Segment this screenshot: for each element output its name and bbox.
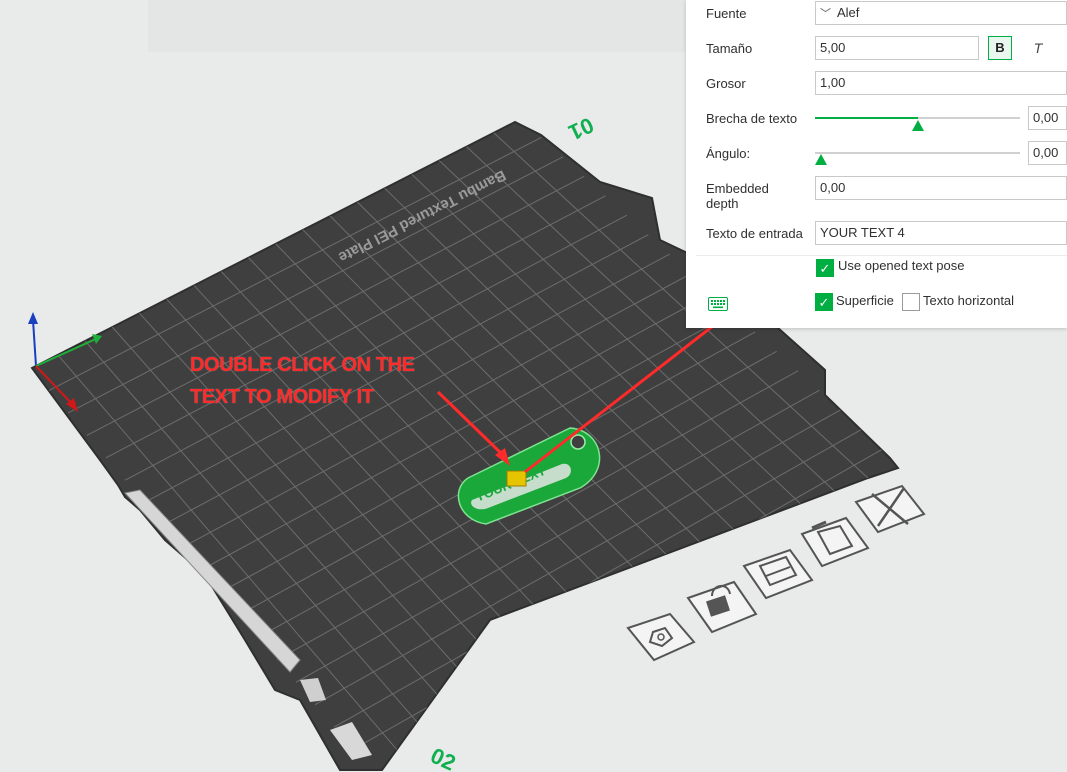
text-gap-slider-fill <box>815 117 918 119</box>
backdrop-band <box>148 0 688 52</box>
text-gap-slider-thumb[interactable] <box>911 120 924 131</box>
thickness-label: Grosor <box>706 76 746 91</box>
surface-checkbox[interactable]: ✓ <box>815 293 833 311</box>
size-label: Tamaño <box>706 41 753 56</box>
angle-slider-track[interactable] <box>815 152 1020 154</box>
text-gap-input[interactable]: 0,00 <box>1028 106 1067 130</box>
font-label: Fuente <box>706 6 747 21</box>
angle-input[interactable]: 0,00 <box>1028 141 1067 165</box>
delete-plate-icon[interactable] <box>854 484 926 534</box>
input-text-field[interactable]: YOUR TEXT 4 <box>815 221 1067 245</box>
angle-label: Ángulo: <box>706 146 751 161</box>
font-select[interactable]: ﹀ Alef <box>815 1 1067 25</box>
auto-orient-icon[interactable] <box>800 516 870 568</box>
use-opened-text-pose-label: Use opened text pose <box>838 258 965 273</box>
text-tool-panel: Fuente ﹀ Alef Tamaño 5,00 B T Grosor 1,00… <box>686 0 1067 328</box>
horizontal-text-checkbox[interactable] <box>902 293 920 311</box>
plate-number-bottom: 02 <box>427 743 460 772</box>
annotation-text: DOUBLE CLICK ON THE TEXT TO MODIFY IT <box>190 354 415 408</box>
chevron-down-icon: ﹀ <box>820 8 831 20</box>
arrange-icon[interactable] <box>742 548 814 600</box>
input-text-label: Texto de entrada <box>706 226 803 241</box>
bold-button[interactable]: B <box>988 36 1012 60</box>
horizontal-text-label: Texto horizontal <box>923 293 1015 308</box>
angle-slider-thumb[interactable] <box>815 154 827 165</box>
lock-icon[interactable] <box>686 580 758 634</box>
settings-hex-icon[interactable] <box>626 612 696 662</box>
surface-label: Superficie <box>836 293 894 308</box>
italic-button[interactable]: T <box>1026 36 1050 60</box>
embedded-depth-label: Embedded depth <box>706 181 769 211</box>
size-input[interactable]: 5,00 <box>815 36 979 60</box>
embedded-depth-input[interactable]: 0,00 <box>815 176 1067 200</box>
panel-separator <box>696 255 1067 256</box>
use-opened-text-pose-checkbox[interactable]: ✓ <box>816 259 834 277</box>
keyboard-icon[interactable] <box>708 297 728 311</box>
thickness-input[interactable]: 1,00 <box>815 71 1067 95</box>
text-gap-label: Brecha de texto <box>706 111 798 126</box>
text-gizmo-handle[interactable] <box>506 470 527 487</box>
plate-number: 01 <box>565 112 598 145</box>
font-value: Alef <box>837 5 860 20</box>
